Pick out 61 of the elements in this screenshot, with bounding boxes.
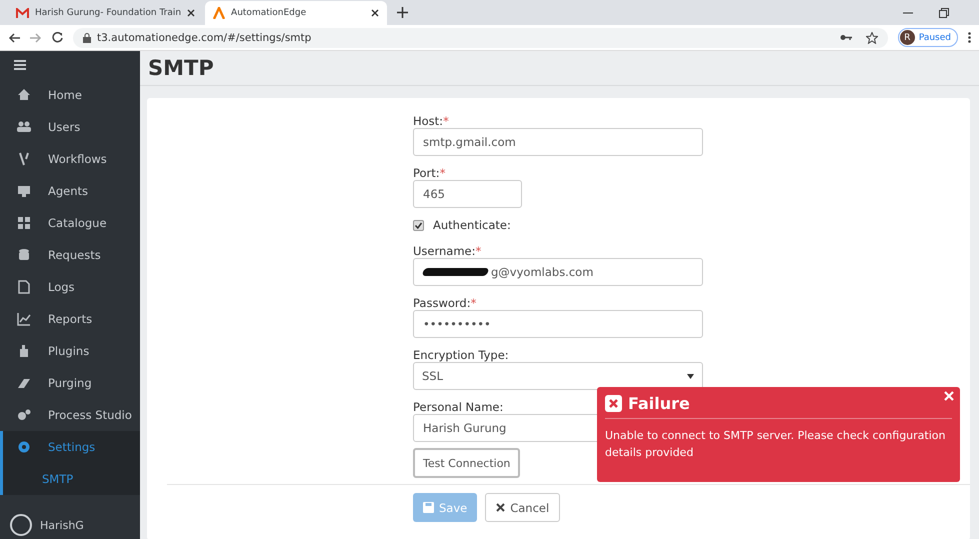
sidebar-item[interactable]: Process Studio <box>0 399 140 431</box>
checkbox[interactable] <box>413 220 424 230</box>
eraser-icon <box>17 376 31 390</box>
avatar-icon <box>10 514 32 536</box>
browser-tab[interactable]: AutomationEdge <box>205 1 388 25</box>
settings-icon <box>17 440 31 454</box>
close-icon <box>496 503 506 512</box>
field-label: Username:* <box>413 244 482 258</box>
input-field[interactable]: smtp.gmail.com <box>413 128 703 156</box>
field-label: Host:* <box>413 114 449 128</box>
close-icon[interactable] <box>187 9 196 17</box>
address-bar[interactable]: t3.automationedge.com/#/settings/smtp <box>73 28 888 48</box>
reload-icon[interactable] <box>52 32 63 43</box>
field-label: Personal Name: <box>413 400 504 414</box>
menu-icon[interactable] <box>968 32 971 43</box>
checkbox-label: Authenticate: <box>433 218 511 232</box>
sidebar-item[interactable]: Requests <box>0 239 140 271</box>
sidebar-subitem[interactable]: SMTP <box>3 463 140 495</box>
database-icon <box>17 248 31 262</box>
mail-logo-icon <box>16 8 29 18</box>
new-tab-icon[interactable] <box>397 7 408 18</box>
menu-icon[interactable] <box>14 60 26 70</box>
sidebar-item[interactable]: Reports <box>0 303 140 335</box>
users-icon <box>17 120 31 134</box>
input-field[interactable]: •••••••••• <box>413 310 703 338</box>
test-connection-button[interactable]: Test Connection <box>413 448 520 478</box>
restore-icon[interactable] <box>939 8 949 18</box>
monitor-icon <box>17 184 31 198</box>
field-label: Port:* <box>413 166 446 180</box>
chart-icon <box>17 312 31 326</box>
user-name: HarishG <box>40 518 84 532</box>
sidebar-item[interactable]: Purging <box>0 367 140 399</box>
peak-logo-icon <box>213 7 226 19</box>
sidebar-item[interactable]: Users <box>0 111 140 143</box>
input-field[interactable]: g@vyomlabs.com <box>413 258 703 286</box>
page-title: SMTP <box>148 56 214 80</box>
grid-icon <box>17 216 31 230</box>
cancel-button[interactable]: Cancel <box>485 493 560 522</box>
error-x-icon <box>605 395 622 412</box>
sidebar-item[interactable]: Logs <box>0 271 140 303</box>
house-icon <box>17 88 31 102</box>
lock-icon <box>83 32 91 42</box>
close-icon[interactable] <box>371 9 380 17</box>
star-icon[interactable] <box>866 32 878 44</box>
input-field[interactable]: 465 <box>413 180 522 208</box>
plugin-icon <box>17 344 31 358</box>
sidebar-item[interactable]: Workflows <box>0 143 140 175</box>
sidebar-item[interactable]: Home <box>0 79 140 111</box>
browser-tab[interactable]: Harish Gurung- Foundation Train <box>8 1 204 25</box>
sidebar-item[interactable]: Catalogue <box>0 207 140 239</box>
sidebar-item[interactable]: Agents <box>0 175 140 207</box>
field-label: Encryption Type: <box>413 348 509 362</box>
profile-button[interactable]: R Paused <box>898 28 958 47</box>
key-icon[interactable] <box>840 34 852 41</box>
document-icon <box>17 280 31 294</box>
back-arrow-icon[interactable] <box>8 32 20 42</box>
field-label: Password:* <box>413 296 476 310</box>
fork-icon <box>17 152 31 166</box>
toast-title: Failure <box>628 394 690 413</box>
sidebar-item[interactable]: Plugins <box>0 335 140 367</box>
caret-icon <box>687 374 694 378</box>
